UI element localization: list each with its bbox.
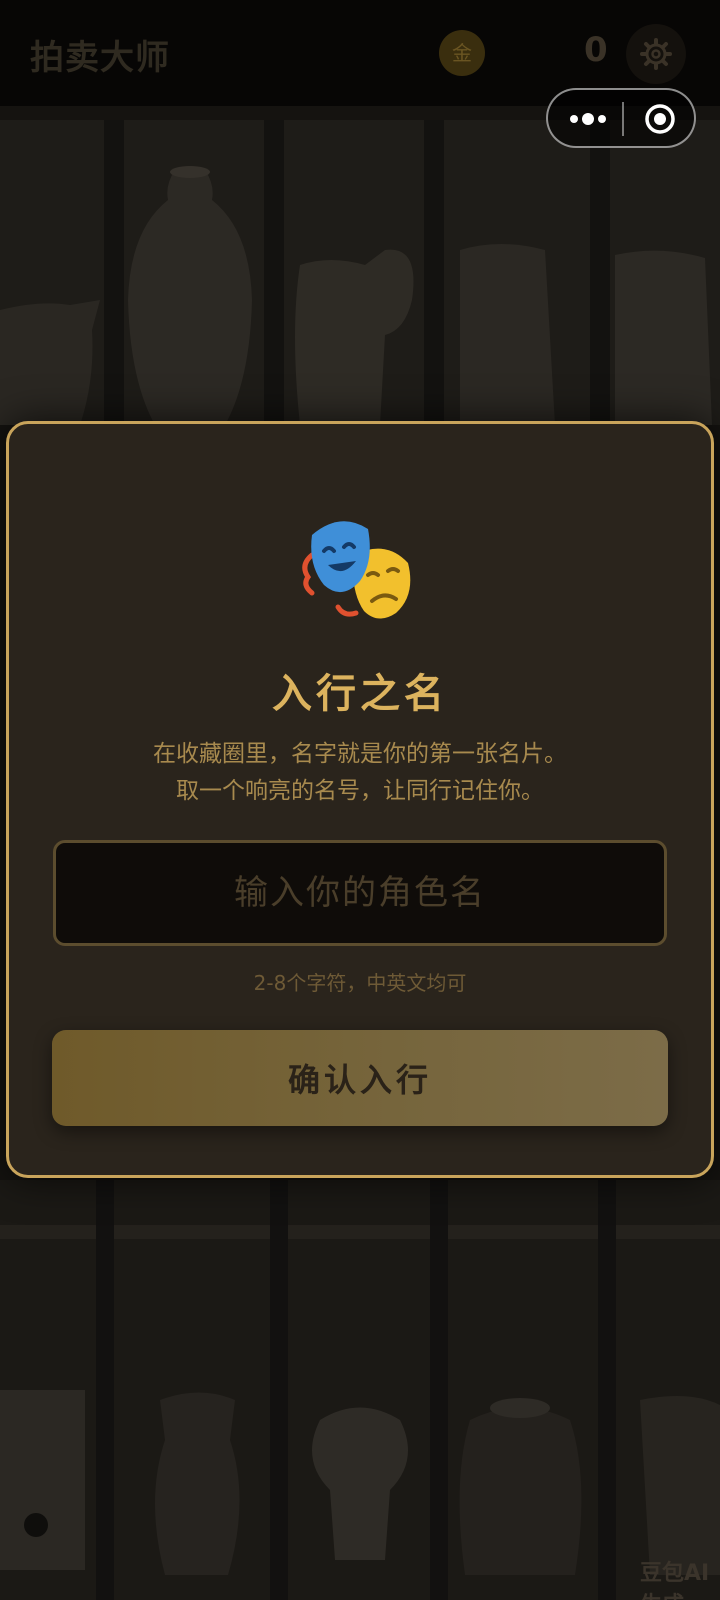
name-length-hint: 2-8个字符，中英文均可 bbox=[253, 971, 467, 995]
gear-icon bbox=[640, 38, 672, 70]
settings-button[interactable] bbox=[626, 24, 686, 84]
screen: 拍卖大师 金 0 入行之名 在收藏圈里，名字就是你的第一张名片。 取一个响亮的名… bbox=[0, 0, 720, 1600]
dialog-title: 入行之名 bbox=[272, 670, 448, 717]
theater-masks-icon bbox=[302, 521, 411, 619]
dialog-subtitle-line2: 取一个响亮的名号，让同行记住你。 bbox=[176, 778, 544, 804]
role-name-input[interactable] bbox=[53, 840, 667, 946]
dialog-subtitle-line1: 在收藏圈里，名字就是你的第一张名片。 bbox=[153, 741, 567, 767]
close-target-icon[interactable] bbox=[644, 103, 676, 135]
confirm-button[interactable]: 确认入行 bbox=[52, 1030, 668, 1126]
app-title: 拍卖大师 bbox=[30, 38, 170, 78]
capsule-divider bbox=[622, 102, 624, 136]
coin-count: 0 bbox=[584, 30, 608, 70]
more-dots-icon[interactable] bbox=[566, 106, 612, 132]
coin-badge: 金 bbox=[439, 30, 485, 76]
miniprogram-capsule bbox=[546, 88, 696, 148]
watermark: 豆包AI生成 bbox=[640, 1561, 710, 1600]
